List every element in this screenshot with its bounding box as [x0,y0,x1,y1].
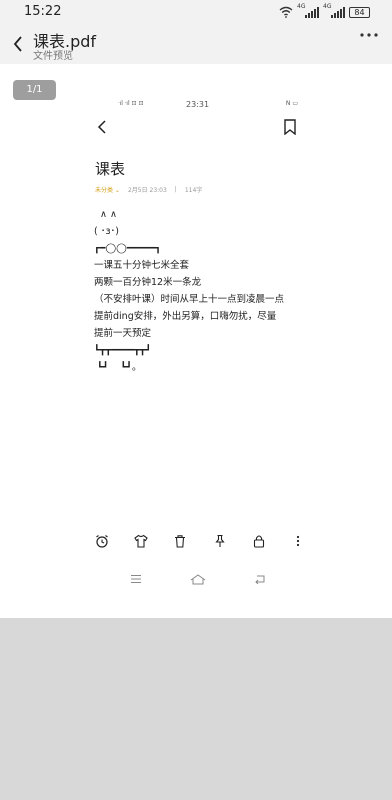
meta-separator: | [174,185,177,193]
inner-status-time: 23:31 [186,100,210,109]
note-meta: 未分类 ⌄ 2月5日 23:03 | 114字 [95,183,202,195]
signal-icon-2: 4G [323,3,345,18]
note-date: 2月5日 23:03 [127,186,167,194]
note-line: ┏━◯◯━━━━━┓ [94,243,162,254]
status-icons: 4G 4G 84 [279,3,370,19]
page-indicator: 1/1 [13,80,56,100]
note-title: 课表 [95,160,126,178]
status-bar: 15:22 4G 4G 84 [0,0,392,24]
inner-status-bar: ᐧıl ᐧıl ⊡ ⊡ 23:31 N ▭ [118,100,298,110]
alarm-icon [95,534,109,548]
note-line: ∧ ∧ [94,209,117,220]
pin-icon [213,534,227,548]
shirt-icon [134,534,148,548]
inner-status-left: ᐧıl ᐧıl ⊡ ⊡ [118,100,144,107]
back-arrow-icon [96,119,108,135]
file-subtitle: 文件预览 [33,51,73,62]
inner-status-right: N ▭ [285,100,298,107]
note-line: 两颗一百分钟12米一条龙 [94,277,202,288]
note-toolbar [95,533,305,549]
home-icon [190,573,206,585]
menu-icon [130,574,142,584]
note-line: ┗┳┳━━━━┳┳┛ [94,345,152,356]
note-line: （不安排叶课）时间从早上十一点到凌晨一点 [94,294,285,305]
more-vertical-icon [291,534,305,548]
category-label: 未分类 ⌄ [95,186,120,194]
bookmark-icon [283,119,297,135]
wifi-icon [279,6,293,18]
network-type-label: 4G [297,2,306,10]
note-line: ( ･з･) [94,226,119,237]
note-line: ┗┛ ┗┛。 [94,362,142,373]
trash-icon [173,534,187,548]
inner-system-nav [130,572,266,586]
lock-icon [252,534,266,548]
note-line: 一课五十分钟七米全套 [94,260,190,271]
word-count: 114字 [184,186,203,194]
back-arrow-icon[interactable] [8,32,28,56]
battery-icon: 84 [349,6,370,18]
viewer-background [0,618,392,800]
note-line: 提前一天预定 [94,328,152,339]
app-header: 课表.pdf 文件预览 [0,24,392,64]
return-icon [254,574,266,584]
more-icon[interactable] [360,33,378,37]
signal-icon-1: 4G [297,3,319,18]
note-line: 提前ding安排，外出另算，口嗨勿扰，尽量 [94,311,277,322]
note-body: ∧ ∧ ( ･з･) ┏━◯◯━━━━━┓ 一课五十分钟七米全套 两颗一百分钟1… [94,206,314,376]
network-type-label: 4G [323,2,332,10]
status-time: 15:22 [24,4,62,19]
